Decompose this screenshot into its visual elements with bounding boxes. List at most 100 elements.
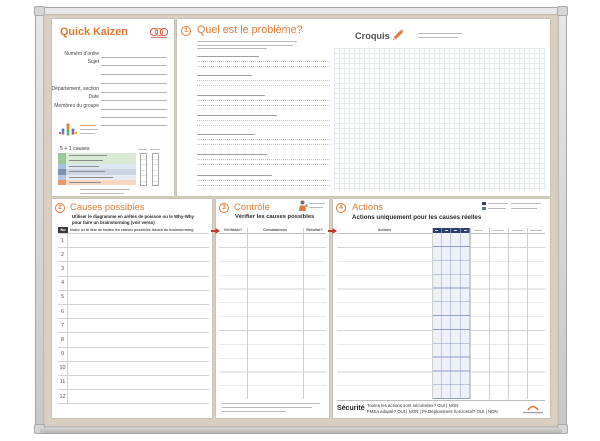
field-label-members: Membres du groupe [54,103,99,109]
fine-print [222,411,286,413]
column-divider [489,228,490,399]
cause-row: 6 [58,304,209,320]
question-text [197,175,272,177]
actions-panel: 4 Actions Actions uniquement pour les ca… [333,199,550,418]
fine-print [511,208,537,210]
fine-print [197,48,267,50]
control-panel: 3 Contrôle Vérifier les causes possibles… [216,199,329,418]
answer-line [197,164,330,165]
field-line-members-2 [101,116,167,118]
legend-swatch [482,202,486,205]
cause-category-row [58,180,136,186]
question-text [197,75,252,77]
cause-row-number: 5 [58,290,68,304]
cause-row-number: 11 [58,375,68,390]
pencil-icon [392,28,405,41]
fine-print [197,44,293,46]
column-divider [247,228,248,399]
field-line-subject-3 [101,82,167,84]
cause-row: 11 [58,375,209,391]
sketch-label: Croquis [355,31,390,41]
fine-print [197,41,297,43]
fine-print [138,149,147,151]
fine-print [80,133,95,135]
question-text [197,115,277,117]
question-text [197,134,255,136]
cause-write-area [68,248,209,261]
arrow-right-icon [328,228,337,234]
field-label-date: Date [88,94,99,100]
cause-row: 8 [58,333,209,348]
cause-write-area [68,277,209,290]
kaizen-logo-icon [149,27,169,38]
fine-print [511,203,541,205]
field-label-department: Département, section [51,86,99,92]
check-column-old [140,153,147,186]
question-text [197,56,259,58]
fine-print [474,230,483,232]
control-title: Contrôle [234,202,270,213]
cause-row-number: 10 [58,361,68,375]
causes-table: 1 2 3 4 5 6 7 8 9 10 11 12 [58,233,209,405]
cause-write-area [68,362,209,375]
field-line-members [101,108,167,110]
actions-title: Actions [352,202,384,213]
answer-line [197,159,330,160]
cause-row-number: 9 [58,347,68,361]
safety-label: Sécurité [337,405,365,412]
cause-row: 10 [58,361,209,376]
actions-subtitle: Actions uniquement pour les causes réell… [352,214,482,221]
fine-print [512,230,523,232]
marker-tray [40,428,562,433]
question-text [197,95,265,97]
problem-title: Quel est le problème? [197,24,303,36]
cause-row-number: 8 [58,333,68,347]
safety-question-deployment: Déploiement horizontal? OUI | NON [428,409,498,414]
cause-write-area [68,333,209,346]
cause-row: 9 [58,347,209,362]
kaizen-info-panel: Quick Kaizen Numéro d'ordre Sujet Départ… [51,19,174,196]
answer-line [197,80,330,81]
fine-print [493,230,504,232]
column-divider [303,228,304,399]
cause-write-area [68,319,209,332]
team-icon [58,123,78,136]
question-text [197,154,267,156]
answer-line [197,144,330,145]
step-number-badge: 2 [55,203,65,213]
fine-print [309,206,323,208]
fine-print [309,203,325,205]
cause-write-area [68,305,209,318]
field-label-subject: Sujet [87,59,99,65]
cause-write-area [68,291,209,304]
safety-question-secured: Toutes les actions sont sécurisées? OUI … [367,403,459,408]
answer-line [197,180,330,181]
fine-print [530,230,542,232]
causes-instruction-line2: pour faire un brainstorming (voir verso) [72,220,155,225]
field-line-members-3 [101,124,167,126]
fine-print [80,189,130,191]
step-number-badge: 3 [219,203,229,213]
cause-write-area [68,234,209,247]
cause-row: 1 [58,234,209,249]
answer-line [197,61,330,62]
answer-line [197,125,330,126]
check-column-new [152,153,159,186]
causes-heading: 5 + 1 causes [60,146,90,152]
cause-write-area [68,376,209,389]
field-line-order-number [101,56,167,58]
sketch-grid-area [334,48,545,191]
control-table-body [219,233,326,399]
cause-row-number: 6 [58,304,68,319]
answer-line [197,100,330,101]
fine-print [80,125,96,127]
cause-row-number: 12 [58,390,68,404]
cause-row-number: 1 [58,234,68,248]
action-step-cells [432,233,470,399]
fine-print [80,129,98,131]
cause-row: 5 [58,290,209,305]
board-title: Quick Kaizen [60,26,128,38]
field-line-subject-2 [101,73,167,75]
answer-line [197,105,330,106]
answer-line [197,66,330,67]
